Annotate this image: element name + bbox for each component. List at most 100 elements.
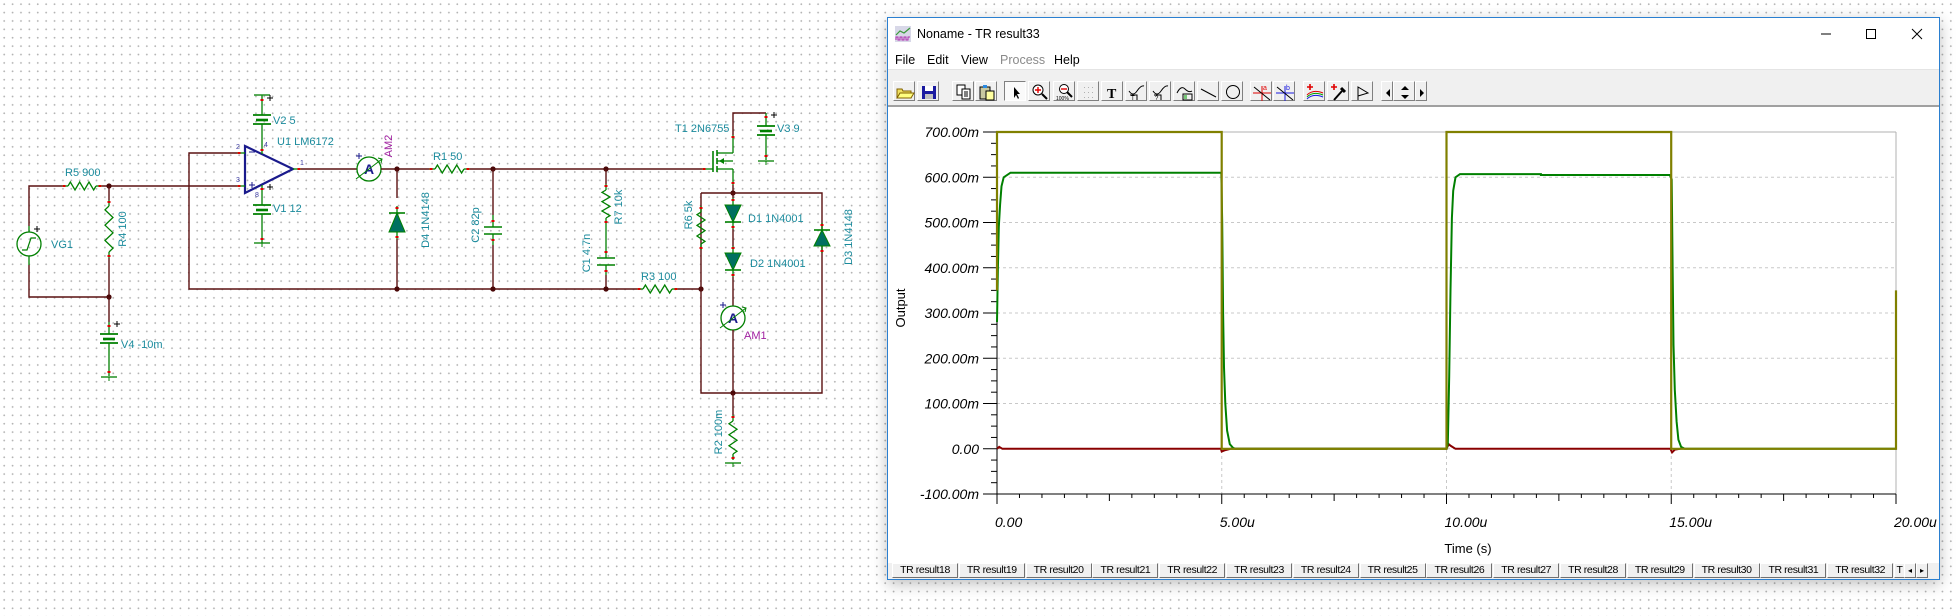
title-bar[interactable]: Noname - TR result33 <box>888 18 1939 50</box>
cursor-b-button[interactable]: b <box>1273 81 1295 101</box>
text-icon: T <box>1107 87 1117 101</box>
label-v1: V1 12 <box>273 203 302 215</box>
resistor-r5[interactable] <box>62 180 102 192</box>
minimize-button[interactable] <box>1806 22 1846 46</box>
probe-button[interactable] <box>1327 81 1349 101</box>
mosfet-t1[interactable] <box>702 135 735 185</box>
output-chart[interactable]: 700.00m 600.00m 500.00m 400.00m 300.00m 200.0… <box>888 106 1939 563</box>
line-button[interactable] <box>1197 81 1219 101</box>
annotate-text-icon: T <box>1128 85 1145 101</box>
resistor-r3[interactable] <box>637 283 678 295</box>
x-tick-label: 5.00u <box>1220 514 1255 530</box>
tab-tr-result30[interactable]: TR result30 <box>1693 563 1760 578</box>
tab-tr-result29[interactable]: TR result29 <box>1626 563 1693 578</box>
y-tick-label: 100.00m <box>925 396 980 412</box>
probe-icon <box>1331 84 1347 101</box>
menu-edit[interactable]: Edit <box>927 53 949 67</box>
battery-v4[interactable] <box>100 321 120 376</box>
svg-text:b: b <box>1286 85 1290 92</box>
annotate-text-button[interactable]: T <box>1125 81 1147 101</box>
pointer-icon <box>1014 87 1020 99</box>
label-v4: V4 -10m <box>121 339 163 351</box>
resistor-r6[interactable] <box>695 206 707 250</box>
scroll-right-button[interactable] <box>1415 81 1427 101</box>
circle-button[interactable] <box>1221 81 1243 101</box>
tab-tr-result20[interactable]: TR result20 <box>1025 563 1092 578</box>
tab-tr-result27[interactable]: TR result27 <box>1493 563 1560 578</box>
grid-button[interactable] <box>1077 81 1099 101</box>
tab-scroll-right-button[interactable]: ▸ <box>1916 563 1928 578</box>
zoom-in-icon <box>1032 84 1048 100</box>
y-tick-label: 200.00m <box>924 350 980 366</box>
close-button[interactable] <box>1897 22 1937 46</box>
ammeter-am2[interactable]: A <box>355 153 383 182</box>
menu-help[interactable]: Help <box>1054 53 1080 67</box>
annotate-legend-button[interactable] <box>1173 81 1195 101</box>
resistor-r7[interactable] <box>600 184 612 224</box>
y-tick-label: 500.00m <box>925 215 980 231</box>
cursor-a-button[interactable]: a <box>1250 81 1272 101</box>
diode-d1[interactable] <box>724 198 742 229</box>
tab-tr-result24[interactable]: TR result24 <box>1292 563 1359 578</box>
label-r7: R7 10k <box>613 189 625 224</box>
resistor-r1[interactable] <box>429 163 470 175</box>
tab-tr-result18[interactable]: TR result18 <box>892 563 958 578</box>
cursor-b-icon: b <box>1276 85 1294 101</box>
zoom-in-button[interactable] <box>1028 81 1050 101</box>
voltage-generator-vg1[interactable] <box>16 226 42 265</box>
open-folder-button[interactable] <box>893 81 915 101</box>
y-tick-label: 0.00 <box>952 441 979 457</box>
maximize-button[interactable] <box>1851 22 1891 46</box>
svg-text:T: T <box>1107 87 1117 101</box>
flag-button[interactable] <box>1351 81 1373 101</box>
label-r2: R2 100m <box>713 410 725 455</box>
x-axis-label: Time (s) <box>1444 541 1491 556</box>
battery-v3[interactable] <box>757 112 777 160</box>
capacitor-c1[interactable] <box>597 224 615 275</box>
zoom-100-button[interactable]: 100% <box>1053 81 1075 101</box>
tab-tr-result26[interactable]: TR result26 <box>1426 563 1493 578</box>
tab-tr-result19[interactable]: TR result19 <box>958 563 1025 578</box>
menu-process[interactable]: Process <box>1000 53 1045 67</box>
copy-button[interactable] <box>952 81 974 101</box>
tab-tr-result25[interactable]: TR result25 <box>1359 563 1426 578</box>
series-line-3[interactable] <box>995 130 1898 450</box>
scroll-up-down-button[interactable] <box>1393 81 1415 101</box>
svg-text:T: T <box>1131 96 1135 101</box>
annotate-question-button[interactable]: ? <box>1149 81 1171 101</box>
label-t1: T1 2N6755 <box>675 123 729 135</box>
scroll-left-button[interactable] <box>1381 81 1393 101</box>
schematic-canvas[interactable]: 2 3 1 4 8 A A VG1 R5 900 R4 100 V4 -10m V2 5 U1 LM61… <box>0 0 880 616</box>
x-tick-label: 10.00u <box>1445 514 1488 530</box>
diode-d3[interactable] <box>813 223 831 253</box>
ammeter-am1[interactable]: A <box>719 302 747 331</box>
ground-symbol <box>725 462 741 467</box>
svg-text:a: a <box>1263 85 1267 92</box>
diode-d2[interactable] <box>724 246 742 277</box>
opamp-u1[interactable] <box>237 144 301 195</box>
battery-v2[interactable] <box>253 95 273 154</box>
tab-tr-result31[interactable]: TR result31 <box>1760 563 1827 578</box>
capacitor-c2[interactable] <box>484 215 502 245</box>
tab-tr-result22[interactable]: TR result22 <box>1159 563 1226 578</box>
tab-tr-result28[interactable]: TR result28 <box>1560 563 1626 578</box>
resistor-r4[interactable] <box>104 200 114 258</box>
pointer-button[interactable] <box>1004 81 1026 101</box>
paste-button[interactable] <box>975 81 997 101</box>
tab-scroll-left-button[interactable]: ◂ <box>1904 563 1916 578</box>
tab-tr-result32[interactable]: TR result32 <box>1827 563 1894 578</box>
tab-tr-result21[interactable]: TR result21 <box>1092 563 1159 578</box>
menu-view[interactable]: View <box>961 53 988 67</box>
y-tick-label: 400.00m <box>925 260 980 276</box>
ground-symbol <box>254 242 270 247</box>
ground-symbol <box>101 376 117 381</box>
menu-file[interactable]: File <box>895 53 915 67</box>
add-trace-button[interactable] <box>1303 81 1325 101</box>
tab-tr-result23[interactable]: TR result23 <box>1226 563 1292 578</box>
annotate-legend-icon <box>1176 87 1193 101</box>
resistor-r2[interactable] <box>727 415 739 460</box>
text-button[interactable]: T <box>1101 81 1123 101</box>
diode-d4[interactable] <box>388 206 406 239</box>
x-tick-label: 0.00 <box>995 514 1022 530</box>
save-button[interactable] <box>917 81 939 101</box>
